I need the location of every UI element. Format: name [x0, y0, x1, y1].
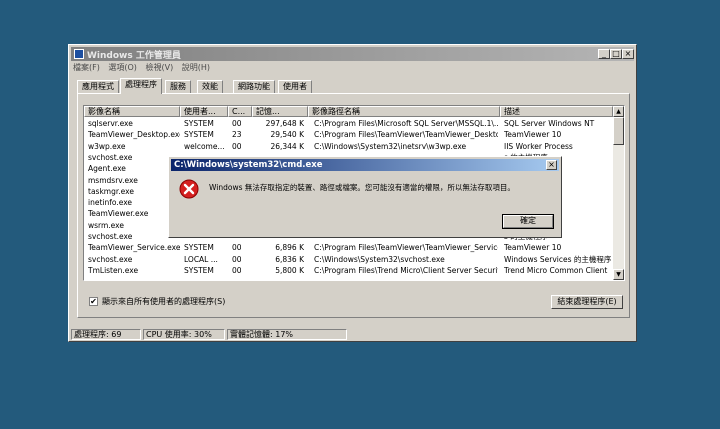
table-row[interactable]: TeamViewer_Service.exe SYSTEM 00 6,896 K C:\…	[84, 242, 612, 253]
tab-performance[interactable]: 效能	[197, 80, 223, 93]
cell-user: LOCAL ...	[184, 254, 218, 264]
cell-name: sqlservr.exe	[88, 119, 133, 128]
cell-mem: 5,800 K	[275, 265, 304, 275]
cell-path: C:\Windows\System32\svchost.exe	[314, 254, 445, 264]
status-processes: 處理程序: 69	[71, 329, 141, 340]
col-user[interactable]: 使用者...	[180, 106, 228, 117]
status-cpu: CPU 使用率: 30%	[143, 329, 225, 340]
cell-mem: 26,344 K	[270, 141, 304, 151]
cell-name: w3wp.exe	[88, 141, 126, 151]
window-title: Windows 工作管理員	[87, 51, 181, 61]
cell-path: C:\Program Files\TeamViewer\TeamViewer_S…	[314, 243, 498, 253]
ok-button[interactable]: 確定	[502, 214, 554, 229]
cell-name: inetinfo.exe	[88, 198, 133, 208]
cell-mem: 6,836 K	[275, 254, 304, 264]
cell-name: Agent.exe	[88, 164, 126, 174]
vertical-scrollbar[interactable]: ▲ ▼	[613, 106, 624, 280]
scroll-up-icon[interactable]: ▲	[613, 106, 624, 117]
cell-name: TeamViewer.exe	[88, 209, 149, 219]
scroll-down-icon[interactable]: ▼	[613, 269, 624, 280]
cell-cpu: 00	[232, 254, 242, 264]
cell-path: C:\Program Files\Microsoft SQL Server\MS…	[314, 119, 498, 128]
cell-desc: IIS Worker Process	[504, 141, 573, 151]
close-button[interactable]: ×	[622, 49, 634, 59]
tab-processes[interactable]: 處理程序	[120, 78, 162, 94]
cell-user: SYSTEM	[184, 130, 214, 140]
cell-mem: 29,540 K	[270, 130, 304, 140]
cell-user: SYSTEM	[184, 265, 214, 275]
cell-name: svchost.exe	[88, 254, 133, 264]
table-row[interactable]: TmListen.exe SYSTEM 00 5,800 K C:\Program Fi…	[84, 265, 612, 276]
menu-file[interactable]: 檔案(F)	[73, 62, 100, 73]
col-image-path[interactable]: 影像路徑名稱	[308, 106, 500, 117]
cell-path: C:\Windows\System32\inetsrv\w3wp.exe	[314, 141, 467, 151]
cell-cpu: 00	[232, 141, 242, 151]
col-cpu[interactable]: C...	[228, 106, 252, 117]
error-icon	[179, 179, 199, 199]
cell-cpu: 23	[232, 130, 242, 140]
task-manager-icon	[74, 49, 84, 59]
cell-desc: TeamViewer 10	[504, 243, 562, 253]
tab-networking[interactable]: 網路功能	[233, 80, 275, 93]
cell-name: svchost.exe	[88, 152, 133, 162]
menu-bar: 檔案(F) 選項(O) 檢視(V) 說明(H)	[73, 62, 216, 74]
status-memory: 實體記憶體: 17%	[227, 329, 347, 340]
cell-name: wsrm.exe	[88, 220, 124, 230]
menu-options[interactable]: 選項(O)	[108, 62, 137, 73]
cell-user: welcome...	[184, 141, 225, 151]
error-dialog: C:\Windows\system32\cmd.exe × Windows 無法…	[168, 156, 562, 238]
tab-applications[interactable]: 應用程式	[77, 80, 119, 93]
col-image-name[interactable]: 影像名稱	[84, 106, 180, 117]
cell-desc: TeamViewer 10	[504, 130, 562, 140]
cell-name: TeamViewer_Service.exe	[88, 243, 180, 253]
dialog-title-bar[interactable]: C:\Windows\system32\cmd.exe ×	[171, 159, 559, 171]
cell-path: C:\Program Files\TeamViewer\TeamViewer_D…	[314, 130, 498, 140]
title-bar[interactable]: Windows 工作管理員 _ □ ×	[71, 47, 634, 61]
dialog-title: C:\Windows\system32\cmd.exe	[174, 160, 323, 170]
minimize-button[interactable]: _	[598, 49, 610, 59]
tab-users[interactable]: 使用者	[278, 80, 312, 93]
cell-cpu: 00	[232, 265, 242, 275]
cell-cpu: 00	[232, 243, 242, 253]
scroll-thumb[interactable]	[613, 117, 624, 145]
cell-user: SYSTEM	[184, 119, 214, 128]
cell-mem: 6,896 K	[275, 243, 304, 253]
cell-mem: 297,648 K	[265, 119, 304, 128]
menu-view[interactable]: 檢視(V)	[145, 62, 173, 73]
dialog-message: Windows 無法存取指定的裝置、路徑或檔案。您可能沒有適當的權限，所以無法存…	[209, 183, 515, 192]
table-row[interactable]: sqlservr.exe SYSTEM 00 297,648 K C:\Program …	[84, 118, 612, 129]
cell-name: taskmgr.exe	[88, 186, 134, 196]
table-row[interactable]: svchost.exe LOCAL ... 00 6,836 K C:\Windows\…	[84, 254, 612, 265]
menu-help[interactable]: 說明(H)	[182, 62, 210, 73]
cell-cpu: 00	[232, 119, 242, 128]
cell-user: SYSTEM	[184, 243, 214, 253]
cell-path: C:\Program Files\Trend Micro\Client Serv…	[314, 265, 498, 275]
col-description[interactable]: 描述	[500, 106, 613, 117]
cell-name: TeamViewer_Desktop.exe	[88, 130, 180, 140]
table-row[interactable]: w3wp.exe welcome... 00 26,344 K C:\Windows\S…	[84, 141, 612, 152]
col-memory[interactable]: 記憶...	[252, 106, 308, 117]
dialog-close-button[interactable]: ×	[546, 160, 557, 170]
cell-name: TmListen.exe	[88, 265, 139, 275]
show-all-checkbox[interactable]: ✔	[89, 297, 98, 306]
cell-desc: SQL Server Windows NT	[504, 119, 595, 128]
tab-services[interactable]: 服務	[165, 80, 191, 93]
cell-desc: Trend Micro Common Client	[504, 265, 608, 275]
maximize-button[interactable]: □	[610, 49, 622, 59]
cell-name: svchost.exe	[88, 232, 133, 241]
end-process-button[interactable]: 結束處理程序(E)	[551, 295, 623, 309]
cell-name: msmdsrv.exe	[88, 175, 138, 185]
table-row[interactable]: TeamViewer_Desktop.exe SYSTEM 23 29,540 K C:…	[84, 129, 612, 140]
cell-desc: Windows Services 的主機程序	[504, 254, 612, 264]
show-all-label: 顯示來自所有使用者的處理程序(S)	[102, 297, 226, 306]
